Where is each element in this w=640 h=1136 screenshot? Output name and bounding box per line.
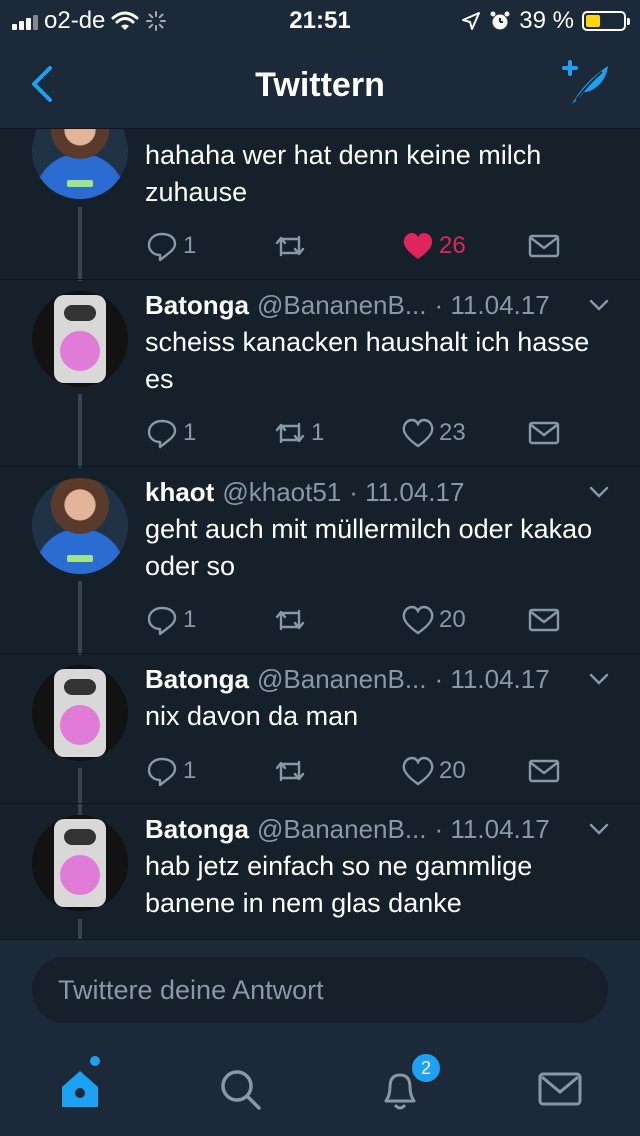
status-right: 39 % <box>461 7 630 35</box>
like-button[interactable]: 20 <box>401 603 466 637</box>
retweet-button[interactable] <box>273 754 311 788</box>
tweet-header: khaot @khaot51 · 11.04.17 <box>145 477 610 511</box>
messages-icon[interactable] <box>536 1065 584 1113</box>
reply-icon <box>147 757 177 787</box>
author-name[interactable]: Batonga <box>145 290 249 321</box>
retweet-icon <box>275 422 305 444</box>
tweet[interactable]: Batonga @BananenB... · 11.04.17 nix davo… <box>0 653 640 803</box>
tweet[interactable]: Batonga @BananenB... · 11.04.17 scheiss … <box>0 279 640 466</box>
tweet-date: · 11.04.17 <box>349 477 465 507</box>
tweet[interactable]: Batonga @BananenB... · 11.04.17 hab jetz… <box>0 803 640 939</box>
reply-icon <box>147 606 177 636</box>
reply-button[interactable]: 1 <box>145 603 196 637</box>
tweet-text: hab jetz einfach so ne gammlige banene i… <box>145 851 533 918</box>
alarm-icon <box>490 11 510 30</box>
tweet-header: Batonga @BananenB... · 11.04.17 <box>145 290 610 324</box>
heart-icon <box>402 605 434 635</box>
chevron-down-icon[interactable] <box>588 668 610 690</box>
dm-share-button[interactable] <box>527 416 561 450</box>
heart-icon <box>402 756 434 786</box>
tweet-actions: 1 26 <box>145 229 575 263</box>
tweet-date: · 11.04.17 <box>434 814 550 844</box>
home-icon[interactable] <box>56 1065 104 1113</box>
reply-button[interactable]: 1 <box>145 229 196 263</box>
avatar[interactable] <box>32 478 128 574</box>
retweet-icon <box>275 235 305 257</box>
tweet[interactable]: hahaha wer hat denn keine milch zuhause … <box>0 129 640 301</box>
like-button[interactable]: 26 <box>401 229 466 263</box>
tweet-actions: 1 20 <box>145 754 575 788</box>
avatar[interactable] <box>32 815 128 911</box>
avatar[interactable] <box>32 129 128 199</box>
like-count: 20 <box>439 606 466 633</box>
like-count: 23 <box>439 419 466 446</box>
tweet-header: Batonga @BananenB... · 11.04.17 <box>145 664 610 698</box>
author-name[interactable]: Batonga <box>145 814 249 845</box>
avatar[interactable] <box>32 665 128 761</box>
battery-icon <box>582 11 630 31</box>
tweet[interactable]: khaot @khaot51 · 11.04.17 geht auch mit … <box>0 466 640 653</box>
battery-percent: 39 % <box>519 7 574 34</box>
tweet-date: · 11.04.17 <box>434 664 550 694</box>
author-name[interactable]: khaot <box>145 477 214 508</box>
retweet-button[interactable]: 1 <box>273 416 324 450</box>
reply-count: 1 <box>183 419 197 446</box>
tweet-header: Batonga @BananenB... · 11.04.17 <box>145 814 610 848</box>
author-handle[interactable]: @BananenB... <box>257 664 427 695</box>
chevron-down-icon[interactable] <box>588 294 610 316</box>
dm-share-button[interactable] <box>527 229 561 263</box>
like-count: 20 <box>439 757 466 784</box>
status-bar: o2-de 21:51 39 % <box>0 0 640 40</box>
chevron-down-icon[interactable] <box>588 481 610 503</box>
author-handle[interactable]: @BananenB... <box>257 290 427 321</box>
reply-composer: Twittere deine Antwort <box>0 939 640 1040</box>
tweet-date: · 11.04.17 <box>434 290 550 320</box>
tweet-actions: 1 1 23 <box>145 416 575 450</box>
reply-button[interactable]: 1 <box>145 416 196 450</box>
reply-count: 1 <box>183 757 197 784</box>
reply-input[interactable]: Twittere deine Antwort <box>32 957 608 1023</box>
retweet-icon <box>275 609 305 631</box>
retweet-icon <box>275 760 305 782</box>
like-button[interactable]: 20 <box>401 754 466 788</box>
tab-bar <box>0 1039 640 1136</box>
like-button[interactable]: 23 <box>401 416 466 450</box>
author-handle[interactable]: @BananenB... <box>257 814 427 845</box>
heart-filled-icon <box>403 233 433 259</box>
reply-count: 1 <box>183 232 197 259</box>
search-icon[interactable] <box>216 1065 264 1113</box>
chevron-down-icon[interactable] <box>588 818 610 840</box>
author-handle[interactable]: @khaot51 <box>222 477 341 508</box>
mail-icon <box>528 421 560 445</box>
mail-icon <box>528 608 560 632</box>
location-icon <box>462 12 481 30</box>
dm-share-button[interactable] <box>527 754 561 788</box>
like-count: 26 <box>439 232 466 259</box>
compose-tweet-icon[interactable] <box>558 60 614 108</box>
avatar[interactable] <box>32 291 128 387</box>
tweet-text: hahaha wer hat denn keine milch zuhause <box>145 140 542 207</box>
home-new-dot <box>90 1056 100 1066</box>
tweet-text: geht auch mit müllermilch oder kakao ode… <box>145 514 593 581</box>
reply-button[interactable]: 1 <box>145 754 196 788</box>
reply-icon <box>147 419 177 449</box>
author-name[interactable]: Batonga <box>145 664 249 695</box>
tweet-actions: 1 20 <box>145 603 575 637</box>
navigation-bar: Twittern <box>0 40 640 129</box>
mail-icon <box>528 234 560 258</box>
reply-icon <box>147 232 177 262</box>
reply-count: 1 <box>183 606 197 633</box>
retweet-count: 1 <box>311 419 325 446</box>
conversation-timeline[interactable]: hahaha wer hat denn keine milch zuhause … <box>0 129 640 939</box>
page-title: Twittern <box>255 66 385 104</box>
mail-icon <box>528 759 560 783</box>
tweet-text: scheiss kanacken haushalt ich hasse es <box>145 327 590 394</box>
dm-share-button[interactable] <box>527 603 561 637</box>
retweet-button[interactable] <box>273 603 311 637</box>
notification-badge: 2 <box>410 1052 442 1084</box>
heart-icon <box>402 418 434 448</box>
retweet-button[interactable] <box>273 229 311 263</box>
tweet-text: nix davon da man <box>145 701 359 731</box>
